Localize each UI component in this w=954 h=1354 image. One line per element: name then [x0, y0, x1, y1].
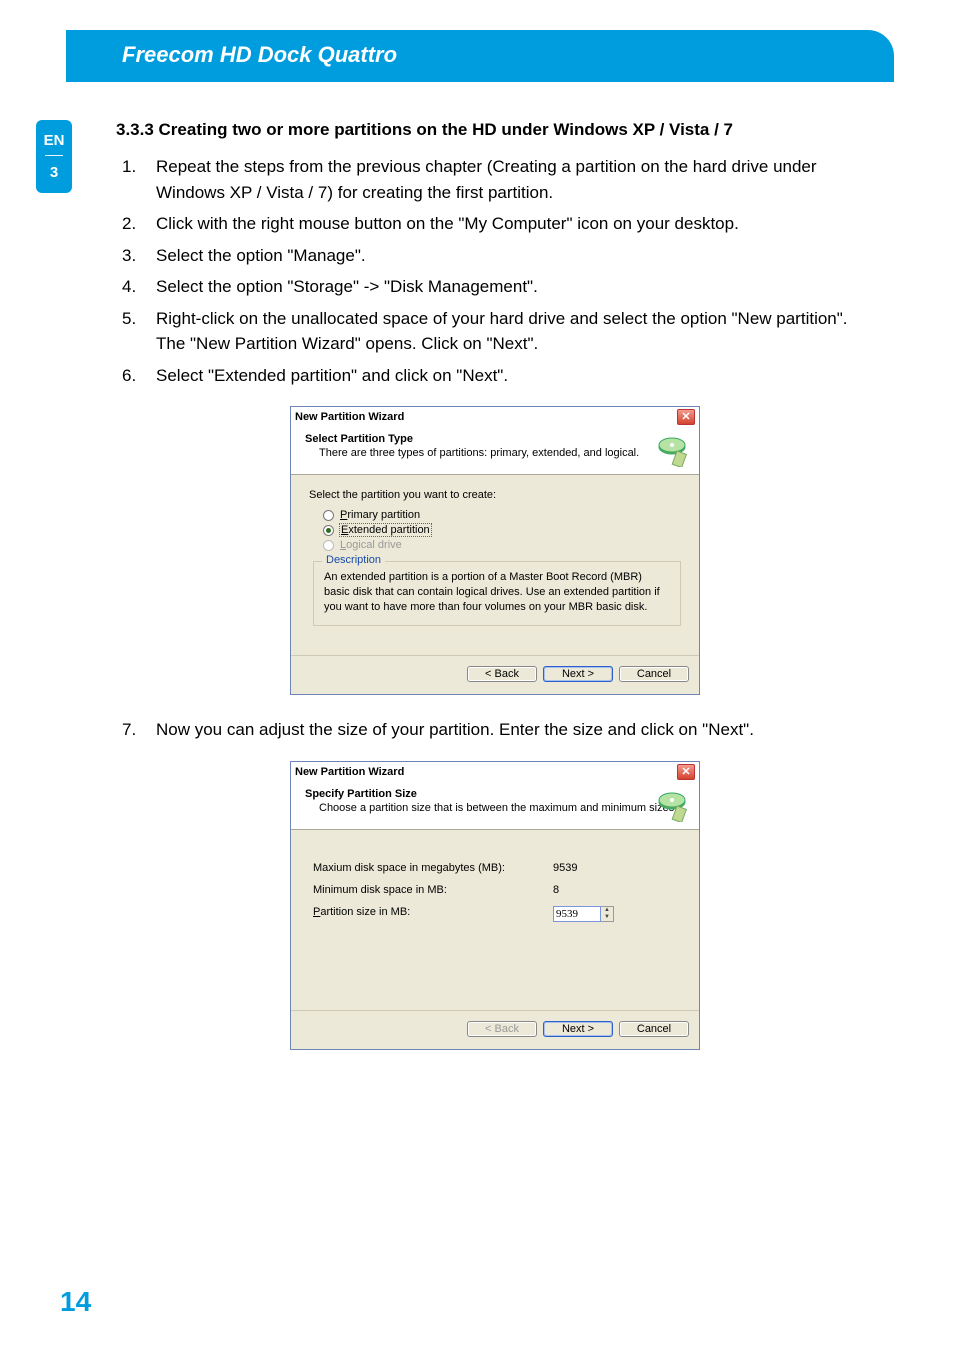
close-icon[interactable]: ✕ [677, 409, 695, 425]
radio-primary[interactable] [323, 510, 334, 521]
next-button[interactable]: Next > [543, 1021, 613, 1037]
dialog-select-partition-type: New Partition Wizard ✕ Select Partition … [290, 406, 700, 695]
back-button[interactable]: < Back [467, 666, 537, 682]
dialog2-titlebar: New Partition Wizard ✕ [291, 762, 699, 782]
page-title-bar: Freecom HD Dock Quattro [66, 30, 894, 82]
min-label: Minimum disk space in MB: [313, 884, 523, 896]
step-3: Select the option "Manage". [116, 243, 874, 269]
dialog1-titlebar: New Partition Wizard ✕ [291, 407, 699, 427]
row-min: Minimum disk space in MB: 8 [313, 884, 677, 896]
dialog1-footer: < Back Next > Cancel [291, 655, 699, 694]
size-label: Partition size in MB: [313, 906, 523, 922]
dialog2-header: Specify Partition Size Choose a partitio… [291, 782, 699, 830]
steps-list-bottom: Now you can adjust the size of your part… [116, 717, 874, 743]
steps-list-top: Repeat the steps from the previous chapt… [116, 154, 874, 388]
dialog2-body: Maxium disk space in megabytes (MB): 953… [291, 830, 699, 1010]
dialog1-body: Select the partition you want to create:… [291, 475, 699, 655]
dialog1-header: Select Partition Type There are three ty… [291, 427, 699, 475]
radio-extended-label: Extended partition [340, 524, 431, 536]
dialog2-header-title: Specify Partition Size [305, 788, 689, 800]
cancel-button[interactable]: Cancel [619, 666, 689, 682]
row-size: Partition size in MB: ▲ ▼ [313, 906, 677, 922]
page-number: 14 [60, 1286, 91, 1318]
step-4: Select the option "Storage" -> "Disk Man… [116, 274, 874, 300]
spinbox-buttons[interactable]: ▲ ▼ [601, 906, 614, 922]
max-value: 9539 [553, 862, 633, 874]
dialog1-header-sub: There are three types of partitions: pri… [305, 445, 689, 459]
next-button[interactable]: Next > [543, 666, 613, 682]
radio-primary-label: Primary partition [340, 509, 420, 521]
radio-extended[interactable] [323, 525, 334, 536]
partition-size-input[interactable] [553, 906, 601, 922]
step-2: Click with the right mouse button on the… [116, 211, 874, 237]
dialog2-header-sub: Choose a partition size that is between … [305, 800, 689, 814]
disk-icon [655, 433, 689, 467]
radio-logical-row: Logical drive [323, 539, 681, 551]
spin-down-icon[interactable]: ▼ [601, 914, 613, 921]
section-heading: 3.3.3 Creating two or more partitions on… [116, 120, 874, 140]
sidebar-chapter: 3 [36, 164, 72, 181]
partition-size-spinbox[interactable]: ▲ ▼ [553, 906, 614, 922]
sidebar-tab: EN 3 [36, 120, 72, 193]
dialog1-header-title: Select Partition Type [305, 433, 689, 445]
row-max: Maxium disk space in megabytes (MB): 953… [313, 862, 677, 874]
step-6: Select "Extended partition" and click on… [116, 363, 874, 389]
dialog-specify-partition-size: New Partition Wizard ✕ Specify Partition… [290, 761, 700, 1050]
back-button[interactable]: < Back [467, 1021, 537, 1037]
size-grid: Maxium disk space in megabytes (MB): 953… [313, 862, 677, 922]
description-fieldset: Description An extended partition is a p… [313, 561, 681, 626]
content-area: 3.3.3 Creating two or more partitions on… [116, 120, 874, 1072]
description-text: An extended partition is a portion of a … [324, 570, 670, 615]
dialog1-prompt: Select the partition you want to create: [309, 489, 681, 501]
min-value: 8 [553, 884, 633, 896]
dialog1-window-title: New Partition Wizard [295, 411, 404, 423]
dialog2-window-title: New Partition Wizard [295, 766, 404, 778]
sidebar-lang: EN [36, 132, 72, 155]
dialog2-footer: < Back Next > Cancel [291, 1010, 699, 1049]
step-5: Right-click on the unallocated space of … [116, 306, 874, 357]
radio-primary-row[interactable]: Primary partition [323, 509, 681, 521]
radio-logical [323, 540, 334, 551]
disk-icon [655, 788, 689, 822]
page-title: Freecom HD Dock Quattro [122, 42, 397, 67]
description-legend: Description [322, 554, 385, 566]
spin-up-icon[interactable]: ▲ [601, 907, 613, 914]
sidebar-divider [45, 155, 63, 156]
cancel-button[interactable]: Cancel [619, 1021, 689, 1037]
close-icon[interactable]: ✕ [677, 764, 695, 780]
radio-extended-row[interactable]: Extended partition [323, 524, 681, 536]
radio-logical-label: Logical drive [340, 539, 402, 551]
step-1: Repeat the steps from the previous chapt… [116, 154, 874, 205]
step-7: Now you can adjust the size of your part… [116, 717, 874, 743]
max-label: Maxium disk space in megabytes (MB): [313, 862, 523, 874]
